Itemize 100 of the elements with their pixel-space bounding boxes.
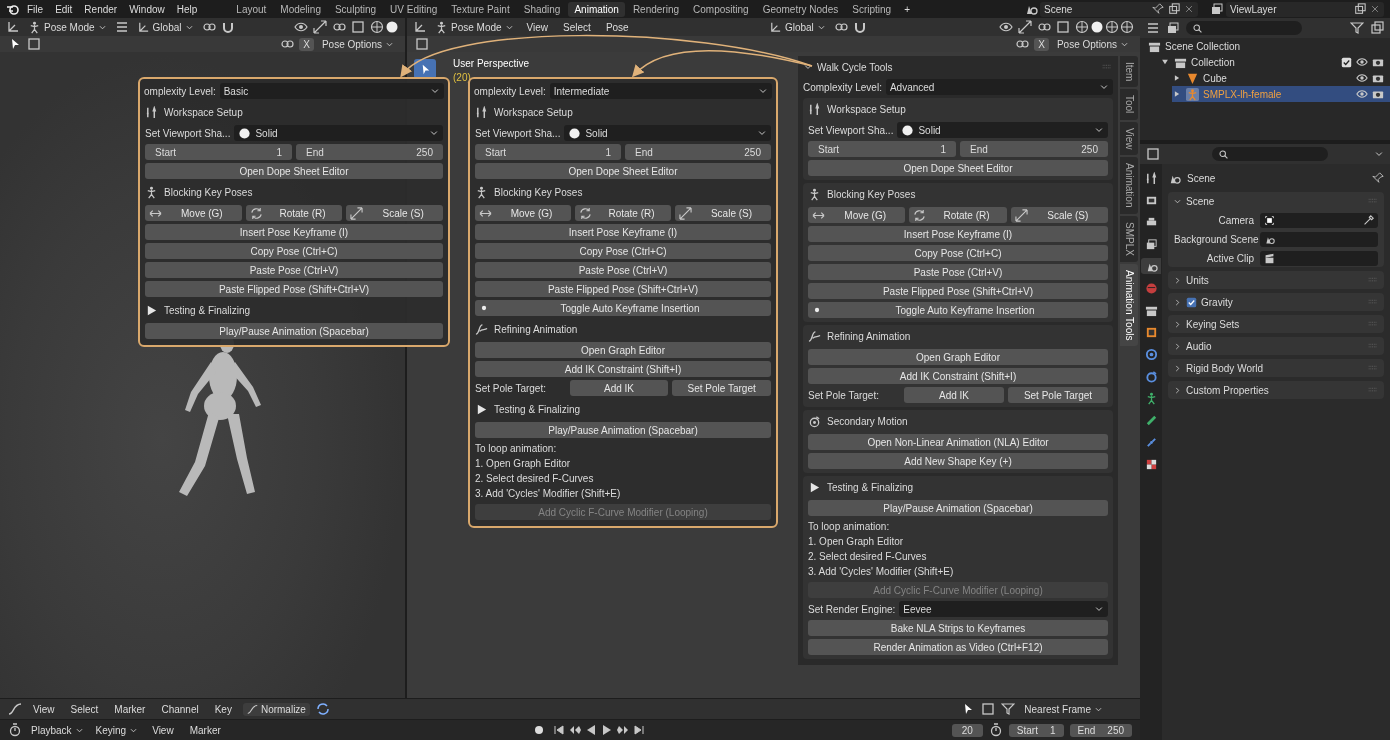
link-icon[interactable] [833,20,848,34]
transform-button[interactable]: Move (G) [808,207,906,223]
sidebar-tab[interactable]: Animation [1120,157,1138,214]
editor-type-icon[interactable] [1146,147,1160,161]
section-title[interactable]: Blocking Key Poses [494,186,583,198]
start-frame-field[interactable]: Start 1 [475,144,621,160]
menu-item[interactable]: File [22,1,49,17]
selection-modes-icon[interactable] [27,37,41,51]
globe-icon[interactable] [1075,20,1089,34]
eye-icon[interactable] [999,20,1013,34]
stopwatch-icon[interactable] [8,723,22,737]
chevron-icon[interactable] [1173,275,1182,285]
panel-button[interactable]: Set Pole Target [672,380,771,396]
panel-title[interactable]: Custom Properties [1186,384,1363,396]
view-layer-selector[interactable]: ViewLayer [1226,1,1384,17]
eye-icon[interactable] [1356,88,1368,100]
section-title[interactable]: Refining Animation [827,330,911,342]
start-frame-field[interactable]: Start 1 [808,141,956,157]
chevron-icon[interactable] [803,62,813,72]
sidebar-tab[interactable]: Tool [1120,89,1138,120]
panel-title[interactable]: Audio [1186,340,1363,352]
start-frame-field[interactable]: Start 1 [145,144,292,160]
mode-dropdown[interactable]: Pose Mode [432,19,517,35]
link-icon[interactable] [201,20,216,34]
image-stack-icon[interactable] [1210,2,1224,16]
panel-title[interactable]: Scene [1186,195,1363,207]
jump-start-icon[interactable] [551,723,566,737]
panel-title[interactable]: Keying Sets [1186,318,1363,330]
dropdown-field[interactable]: Eevee [899,601,1108,617]
toggle-button[interactable]: Toggle Auto Keyframe Insertion [808,302,1108,318]
menu-item[interactable]: Select [558,19,596,35]
panel-button[interactable]: Play/Pause Animation (Spacebar) [808,500,1108,516]
section-title[interactable]: Workspace Setup [164,106,243,118]
snap-dropdown[interactable]: Nearest Frame [1021,702,1106,716]
workspace-tab[interactable]: Texture Paint [445,1,516,17]
menu-item[interactable]: Channel [156,701,204,717]
panel-button[interactable]: Open Graph Editor [475,342,771,358]
copy-icon[interactable] [1168,3,1180,15]
sidebar-tab[interactable]: Animation Tools [1120,263,1138,347]
orientation-dropdown[interactable]: Global [765,19,829,35]
transform-button[interactable]: Move (G) [475,205,571,221]
panel-button[interactable]: Open Graph Editor [808,349,1108,365]
keyframe-forward-icon[interactable] [615,723,630,737]
normalize-toggle[interactable]: Normalize [242,702,310,716]
add-workspace-button[interactable]: + [899,1,915,17]
workspace-tab[interactable]: Layout [230,1,273,17]
chevron-icon[interactable] [1173,341,1182,351]
stopwatch-icon[interactable] [988,723,1003,737]
end-frame-field[interactable]: End 250 [296,144,443,160]
image-stack-icon[interactable] [1166,21,1180,35]
transform-button[interactable]: Rotate (R) [909,207,1007,223]
workspace-tab[interactable]: Scripting [846,1,898,17]
panel-title[interactable]: Rigid Body World [1186,362,1363,374]
complexity-dropdown[interactable]: Advanced [885,79,1113,95]
current-frame-field[interactable]: 20 [951,723,983,737]
sidebar-tab[interactable]: Item [1120,56,1138,88]
scene-selector[interactable]: Scene [1040,1,1198,17]
end-frame-field[interactable]: End 250 [960,141,1108,157]
dropdown-field[interactable]: Solid [234,125,443,141]
workspace-tab[interactable]: Modeling [274,1,327,17]
transform-button[interactable]: Scale (S) [1010,207,1108,223]
panel-button[interactable]: Add IK Constraint (Shift+I) [475,361,771,377]
panel-button[interactable]: Set Pole Target [1008,387,1108,403]
toggle-button[interactable]: Toggle Auto Keyframe Insertion [475,300,771,316]
panel-button[interactable]: Insert Pose Keyframe (I) [475,224,771,240]
mirror-x-toggle[interactable]: X [299,37,314,51]
section-title[interactable]: Refining Animation [494,323,578,335]
menu-item[interactable]: Help [171,1,203,17]
square-icon[interactable] [981,702,996,716]
section-title[interactable]: Workspace Setup [494,106,573,118]
magnet-icon[interactable] [852,20,867,34]
camera-icon[interactable] [1372,88,1384,100]
close-icon[interactable] [1370,4,1380,14]
panel-button[interactable]: Paste Pose (Ctrl+V) [145,262,443,278]
globe-icon[interactable] [1105,20,1119,34]
graph-icon[interactable] [8,702,22,716]
app-logo-icon[interactable] [6,2,20,16]
panel-button[interactable]: Bake NLA Strips to Keyframes [808,620,1108,636]
orientation-dropdown[interactable]: Global [133,19,197,35]
mirror-x-toggle[interactable]: X [1034,37,1049,51]
panel-button[interactable]: Add IK [904,387,1004,403]
selection-modes-icon[interactable] [415,37,429,51]
grid-axes-icon[interactable] [413,20,427,34]
sidebar-tab[interactable]: View [1120,121,1138,156]
menu-item[interactable]: Window [124,1,170,17]
section-title[interactable]: Testing & Finalizing [164,304,251,316]
panel-button[interactable]: Play/Pause Animation (Spacebar) [475,422,771,438]
sidebar-tab[interactable]: SMPLX [1120,215,1138,262]
close-icon[interactable] [1184,4,1194,14]
menu-item[interactable]: View [28,701,60,717]
outliner-item[interactable]: Cube [1172,70,1390,86]
workspace-tab[interactable]: Animation [568,1,625,17]
menu-item[interactable]: View [521,19,554,35]
camera-icon[interactable] [1372,56,1384,68]
checkbox-icon[interactable] [1186,296,1197,308]
sync-icon[interactable] [315,702,330,716]
menu-icon[interactable] [114,20,129,34]
panel-button[interactable]: Insert Pose Keyframe (I) [808,226,1108,242]
panel-button[interactable]: Paste Pose (Ctrl+V) [808,264,1108,280]
pose-options-dropdown[interactable]: Pose Options [1053,37,1132,51]
